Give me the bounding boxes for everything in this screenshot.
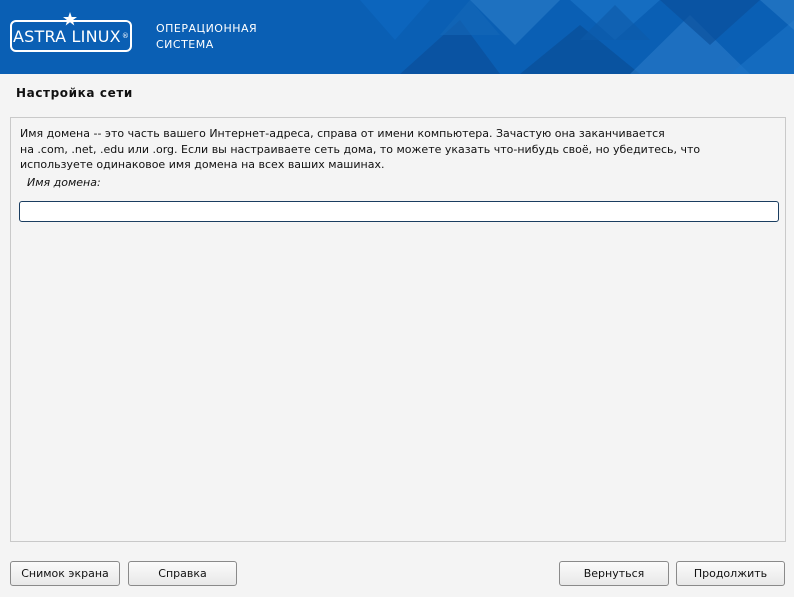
subtitle-line-2: СИСТЕМА [156,38,214,51]
domain-field-label: Имя домена: [27,176,101,189]
star-icon [63,12,77,26]
back-button[interactable]: Вернуться [559,561,669,586]
page-title: Настройка сети [16,86,133,100]
continue-button[interactable]: Продолжить [676,561,785,586]
header-banner: ASTRA LINUX ® ОПЕРАЦИОННАЯ СИСТЕМА [0,0,794,74]
os-subtitle: ОПЕРАЦИОННАЯ СИСТЕМА [156,21,257,53]
description-line-3: используете одинаковое имя домена на все… [20,158,385,171]
subtitle-line-1: ОПЕРАЦИОННАЯ [156,22,258,35]
screenshot-button[interactable]: Снимок экрана [10,561,120,586]
help-button[interactable]: Справка [128,561,237,586]
description-line-2: на .com, .net, .edu или .org. Если вы на… [20,142,701,156]
content-panel: Имя домена -- это часть вашего Интернет-… [10,117,786,542]
logo-text: ASTRA LINUX [12,26,121,46]
logo-registered-mark: ® [121,32,130,40]
description-line-1: Имя домена -- это часть вашего Интернет-… [20,127,665,140]
domain-description: Имя домена -- это часть вашего Интернет-… [20,126,780,173]
domain-name-input[interactable] [19,201,779,222]
